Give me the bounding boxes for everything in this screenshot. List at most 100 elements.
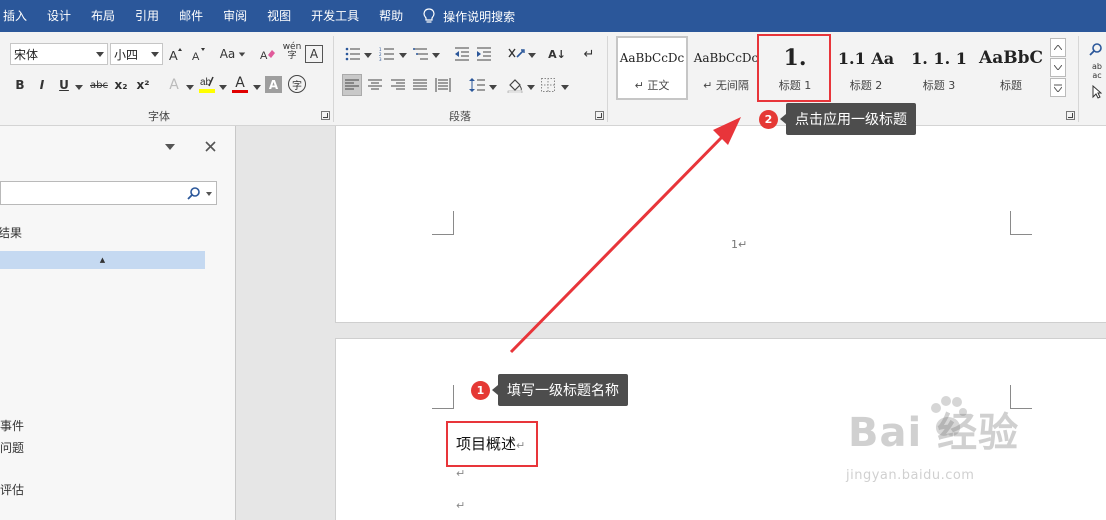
paragraph-dialog-launcher[interactable] <box>595 111 604 120</box>
strikethrough-button[interactable]: abc <box>88 74 110 96</box>
nav-heading-item[interactable]: 事件 <box>0 417 24 434</box>
chevron-down-icon[interactable] <box>364 53 372 58</box>
chevron-down-icon[interactable] <box>399 53 407 58</box>
tab-layout[interactable]: 布局 <box>81 0 125 32</box>
tab-developer[interactable]: 开发工具 <box>301 0 369 32</box>
chinese-layout-button[interactable] <box>505 43 527 65</box>
eraser-icon: A <box>260 50 275 62</box>
group-divider <box>607 36 608 122</box>
search-icon[interactable] <box>187 187 200 200</box>
para-mark-icon: ↵ <box>456 499 466 512</box>
nav-heading-item[interactable]: 问题 <box>0 439 24 456</box>
chevron-down-icon[interactable] <box>186 85 194 90</box>
highlighter-icon: ab <box>199 76 215 93</box>
font-color-button[interactable]: A <box>231 73 249 95</box>
tab-help[interactable]: 帮助 <box>369 0 413 32</box>
chevron-down-icon[interactable] <box>528 53 536 58</box>
bullets-button[interactable] <box>342 43 364 65</box>
tab-review[interactable]: 审阅 <box>213 0 257 32</box>
enclose-circle-button[interactable]: 字 <box>288 75 306 93</box>
chevron-down-icon <box>1054 65 1062 70</box>
grow-font-button[interactable]: A <box>167 43 185 65</box>
multilevel-list-button[interactable] <box>410 43 432 65</box>
increase-indent-button[interactable] <box>474 43 494 65</box>
style-normal[interactable]: AaBbCcDc ↵ 正文 <box>616 36 688 100</box>
show-marks-button[interactable]: ↵ <box>582 43 596 65</box>
collapse-icon[interactable]: ▲ <box>100 256 105 264</box>
document-page-1[interactable]: 1↵ <box>335 126 1106 323</box>
change-case-button[interactable]: Aa <box>218 43 248 65</box>
tell-me-search[interactable]: 操作说明搜索 <box>413 8 515 25</box>
align-center-button[interactable] <box>365 74 385 96</box>
chevron-down-icon[interactable] <box>151 51 159 57</box>
underline-button[interactable]: U <box>56 74 72 96</box>
chevron-down-icon[interactable] <box>489 85 497 90</box>
chevron-down-icon[interactable] <box>432 53 440 58</box>
tab-insert[interactable]: 插入 <box>0 0 37 32</box>
font-size-combo[interactable]: 小四 <box>110 43 163 65</box>
menu-bar: 插入 设计 布局 引用 邮件 审阅 视图 开发工具 帮助 操作说明搜索 <box>0 0 1106 32</box>
increase-indent-icon <box>477 47 491 61</box>
nav-selected-heading[interactable]: ▲ <box>0 251 205 269</box>
shading-button[interactable] <box>504 74 526 96</box>
baidu-watermark: Bai 经验 jingyan.baidu.com <box>846 396 1019 483</box>
line-spacing-button[interactable] <box>466 74 488 96</box>
crop-mark <box>432 211 454 235</box>
gallery-more-button[interactable] <box>1050 78 1066 97</box>
style-no-spacing[interactable]: AaBbCcDc ↵ 无间隔 <box>692 36 760 100</box>
align-left-button[interactable] <box>342 74 362 96</box>
crop-mark <box>1010 211 1032 235</box>
font-dialog-launcher[interactable] <box>321 111 330 120</box>
styles-dialog-launcher[interactable] <box>1066 111 1075 120</box>
style-heading-3[interactable]: 1. 1. 1 标题 3 <box>904 36 974 100</box>
chevron-down-icon[interactable] <box>206 192 212 196</box>
decrease-indent-button[interactable] <box>452 43 472 65</box>
chevron-down-icon[interactable] <box>75 85 83 90</box>
sort-button[interactable]: A↓ <box>548 43 566 65</box>
gallery-up-button[interactable] <box>1050 38 1066 57</box>
expand-gallery-icon <box>1054 84 1062 92</box>
tab-design[interactable]: 设计 <box>37 0 81 32</box>
find-button[interactable] <box>1088 38 1104 60</box>
justify-button[interactable] <box>410 74 430 96</box>
replace-from-label: ab <box>1092 62 1102 71</box>
font-name-combo[interactable]: 宋体 <box>10 43 108 65</box>
tab-references[interactable]: 引用 <box>125 0 169 32</box>
gallery-down-button[interactable] <box>1050 58 1066 77</box>
chevron-down-icon[interactable] <box>561 85 569 90</box>
phonetic-guide-button[interactable]: wén 字 <box>282 41 302 63</box>
enclose-char-button[interactable]: A <box>305 45 323 63</box>
subscript-button[interactable]: x₂ <box>113 74 129 96</box>
nav-search-input[interactable] <box>0 181 217 205</box>
para-mark-icon: ↵ <box>703 79 713 92</box>
tab-view[interactable]: 视图 <box>257 0 301 32</box>
style-title[interactable]: AaBbC 标题 <box>978 36 1044 100</box>
italic-button[interactable]: I <box>34 74 50 96</box>
numbering-button[interactable]: 123 <box>376 43 398 65</box>
nav-heading-item[interactable]: 评估 <box>0 481 24 498</box>
highlight-button[interactable]: ab <box>197 73 217 95</box>
pane-options-icon[interactable] <box>165 144 175 150</box>
shrink-font-button[interactable]: A <box>190 43 208 65</box>
borders-button[interactable] <box>538 74 558 96</box>
align-right-button[interactable] <box>388 74 408 96</box>
char-shading-button[interactable]: A <box>265 76 282 93</box>
chevron-down-icon[interactable] <box>527 85 535 90</box>
style-heading-2[interactable]: 1.1 Aa 标题 2 <box>830 36 902 100</box>
tab-mailings[interactable]: 邮件 <box>169 0 213 32</box>
superscript-button[interactable]: x² <box>135 74 151 96</box>
text-effects-button[interactable]: A <box>166 74 182 96</box>
change-case-label: Aa <box>219 47 236 61</box>
chevron-down-icon[interactable] <box>219 85 227 90</box>
bold-button[interactable]: B <box>12 74 28 96</box>
paragraph-group-label: 段落 <box>449 110 471 123</box>
align-left-icon <box>345 79 359 90</box>
chevron-down-icon[interactable] <box>96 51 104 57</box>
font-color-swatch <box>232 89 248 93</box>
select-button[interactable] <box>1089 81 1105 103</box>
replace-button[interactable]: ab ac <box>1088 60 1106 82</box>
close-icon[interactable] <box>205 141 216 152</box>
clear-formatting-button[interactable]: A <box>257 43 279 65</box>
chevron-down-icon[interactable] <box>253 85 261 90</box>
distributed-button[interactable] <box>433 74 453 96</box>
